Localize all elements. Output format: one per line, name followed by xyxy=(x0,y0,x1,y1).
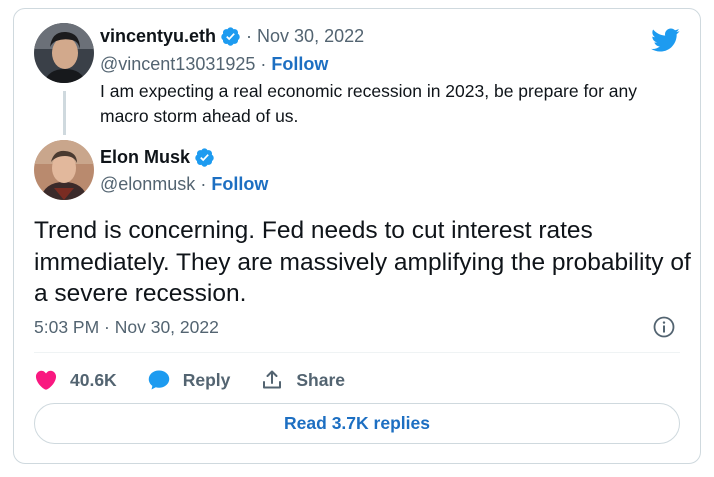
author-row: Elon Musk xyxy=(100,147,215,168)
quoted-author-name[interactable]: vincentyu.eth xyxy=(100,26,216,47)
avatar-elonmusk[interactable] xyxy=(34,140,94,200)
author-handle[interactable]: @elonmusk xyxy=(100,174,195,194)
heart-icon xyxy=(35,370,57,390)
read-replies-button[interactable]: Read 3.7K replies xyxy=(34,403,680,444)
quoted-tweet-date[interactable]: Nov 30, 2022 xyxy=(257,26,364,47)
like-count: 40.6K xyxy=(70,369,117,390)
tweet-embed-card: vincentyu.eth · Nov 30, 2022 @vincent130… xyxy=(13,8,701,464)
author-name[interactable]: Elon Musk xyxy=(100,147,190,168)
quoted-author-handle[interactable]: @vincent13031925 xyxy=(100,54,255,74)
twitter-bird-icon[interactable] xyxy=(650,25,680,55)
separator-dot: · xyxy=(260,54,271,74)
verified-badge-icon xyxy=(195,148,214,167)
quoted-tweet-text: I am expecting a real economic recession… xyxy=(100,81,637,126)
verified-badge-icon xyxy=(221,27,240,46)
info-icon[interactable] xyxy=(652,315,676,339)
action-bar: 40.6K Reply Share xyxy=(34,365,375,395)
avatar-vincentyu[interactable] xyxy=(34,23,94,83)
speech-bubble-icon xyxy=(148,370,169,390)
upload-arrow-icon xyxy=(263,370,282,389)
follow-button-quoted[interactable]: Follow xyxy=(271,54,328,74)
like-button[interactable]: 40.6K xyxy=(34,368,117,392)
share-button[interactable]: Share xyxy=(260,368,345,392)
follow-button[interactable]: Follow xyxy=(211,174,268,194)
quoted-author-row: vincentyu.eth · Nov 30, 2022 xyxy=(100,26,364,47)
separator-dot: · xyxy=(246,26,253,46)
author-handle-row: @elonmusk · Follow xyxy=(100,174,268,195)
divider xyxy=(34,352,680,353)
quoted-handle-row: @vincent13031925 · Follow xyxy=(100,54,328,75)
separator-dot-glyph: · xyxy=(200,174,207,194)
share-label: Share xyxy=(296,369,345,390)
tweet-timestamp[interactable]: 5:03 PM · Nov 30, 2022 xyxy=(34,317,219,338)
separator-dot-glyph: · xyxy=(260,54,267,74)
tweet-text: Trend is concerning. Fed needs to cut in… xyxy=(34,217,691,307)
thread-connector-line xyxy=(63,91,66,135)
reply-label: Reply xyxy=(182,369,231,390)
separator-dot: · xyxy=(200,174,211,194)
reply-button[interactable]: Reply xyxy=(147,368,231,392)
